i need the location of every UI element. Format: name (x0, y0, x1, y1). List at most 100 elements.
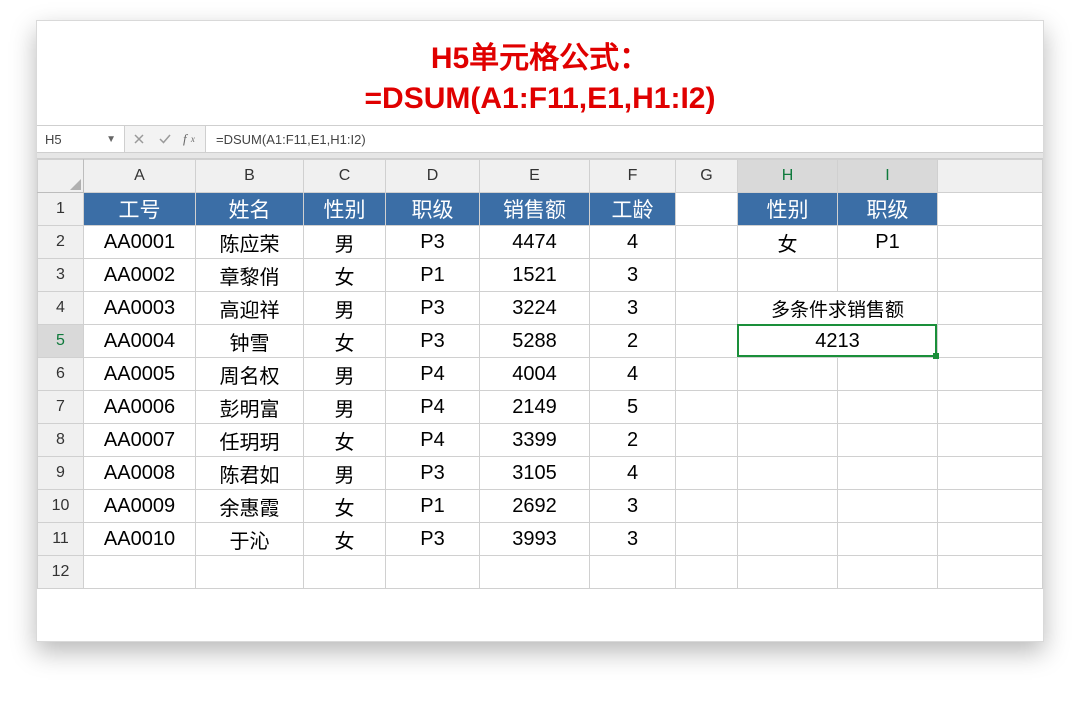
cell-F4[interactable]: 3 (590, 292, 676, 325)
row-hdr-5[interactable]: 5 (38, 325, 84, 358)
cell-F2[interactable]: 4 (590, 226, 676, 259)
cell-G6[interactable] (676, 358, 738, 391)
cell-D7[interactable]: P4 (386, 391, 480, 424)
cell-G4[interactable] (676, 292, 738, 325)
cell-I3[interactable] (838, 259, 938, 292)
cell-B3[interactable]: 章黎俏 (196, 259, 304, 292)
cell-F3[interactable]: 3 (590, 259, 676, 292)
cell-I12[interactable] (838, 556, 938, 589)
cell-B5[interactable]: 钟雪 (196, 325, 304, 358)
select-all-corner[interactable] (38, 160, 84, 193)
cell-H9[interactable] (738, 457, 838, 490)
row-hdr-7[interactable]: 7 (38, 391, 84, 424)
cell-I11[interactable] (838, 523, 938, 556)
name-box-dropdown-icon[interactable]: ▼ (106, 134, 116, 145)
cell-H2[interactable]: 女 (738, 226, 838, 259)
cell-D6[interactable]: P4 (386, 358, 480, 391)
cell-D12[interactable] (386, 556, 480, 589)
cell-H6[interactable] (738, 358, 838, 391)
cell-B10[interactable]: 余惠霞 (196, 490, 304, 523)
cell-F9[interactable]: 4 (590, 457, 676, 490)
cell-E8[interactable]: 3399 (480, 424, 590, 457)
col-hdr-I[interactable]: I (838, 160, 938, 193)
cell-H11[interactable] (738, 523, 838, 556)
cell-D3[interactable]: P1 (386, 259, 480, 292)
cell-G9[interactable] (676, 457, 738, 490)
cell-F7[interactable]: 5 (590, 391, 676, 424)
row-hdr-1[interactable]: 1 (38, 193, 84, 226)
cell-A4[interactable]: AA0003 (84, 292, 196, 325)
cell-rest-9[interactable] (938, 457, 1043, 490)
cell-C8[interactable]: 女 (304, 424, 386, 457)
fx-icon[interactable]: fx (183, 131, 199, 147)
col-hdr-rest[interactable] (938, 160, 1043, 193)
col-hdr-B[interactable]: B (196, 160, 304, 193)
cell-rest-1[interactable] (938, 193, 1043, 226)
cell-D9[interactable]: P3 (386, 457, 480, 490)
cell-G12[interactable] (676, 556, 738, 589)
cell-I1[interactable]: 职级 (838, 193, 938, 226)
cell-A8[interactable]: AA0007 (84, 424, 196, 457)
cell-C7[interactable]: 男 (304, 391, 386, 424)
cell-rest-8[interactable] (938, 424, 1043, 457)
cell-D2[interactable]: P3 (386, 226, 480, 259)
cell-G1[interactable] (676, 193, 738, 226)
cell-A9[interactable]: AA0008 (84, 457, 196, 490)
col-hdr-E[interactable]: E (480, 160, 590, 193)
cell-A12[interactable] (84, 556, 196, 589)
cell-F6[interactable]: 4 (590, 358, 676, 391)
cell-rest-2[interactable] (938, 226, 1043, 259)
cancel-icon[interactable] (131, 131, 147, 147)
cell-H3[interactable] (738, 259, 838, 292)
cell-D5[interactable]: P3 (386, 325, 480, 358)
cell-G5[interactable] (676, 325, 738, 358)
cell-B4[interactable]: 高迎祥 (196, 292, 304, 325)
cell-A5[interactable]: AA0004 (84, 325, 196, 358)
cell-rest-3[interactable] (938, 259, 1043, 292)
row-hdr-12[interactable]: 12 (38, 556, 84, 589)
cell-B2[interactable]: 陈应荣 (196, 226, 304, 259)
cell-I9[interactable] (838, 457, 938, 490)
col-hdr-D[interactable]: D (386, 160, 480, 193)
cell-E4[interactable]: 3224 (480, 292, 590, 325)
cell-H1[interactable]: 性别 (738, 193, 838, 226)
col-hdr-C[interactable]: C (304, 160, 386, 193)
cell-H8[interactable] (738, 424, 838, 457)
cell-D4[interactable]: P3 (386, 292, 480, 325)
cell-B12[interactable] (196, 556, 304, 589)
cell-I7[interactable] (838, 391, 938, 424)
cell-B7[interactable]: 彭明富 (196, 391, 304, 424)
cell-E6[interactable]: 4004 (480, 358, 590, 391)
cell-F10[interactable]: 3 (590, 490, 676, 523)
cell-B11[interactable]: 于沁 (196, 523, 304, 556)
row-hdr-2[interactable]: 2 (38, 226, 84, 259)
cell-I6[interactable] (838, 358, 938, 391)
cell-C9[interactable]: 男 (304, 457, 386, 490)
cell-rest-7[interactable] (938, 391, 1043, 424)
cell-rest-4[interactable] (938, 292, 1043, 325)
col-hdr-G[interactable]: G (676, 160, 738, 193)
cell-F8[interactable]: 2 (590, 424, 676, 457)
cell-B1[interactable]: 姓名 (196, 193, 304, 226)
cell-H5-result[interactable]: 4213 (738, 325, 938, 358)
cell-A1[interactable]: 工号 (84, 193, 196, 226)
cell-rest-12[interactable] (938, 556, 1043, 589)
cell-G7[interactable] (676, 391, 738, 424)
cell-B8[interactable]: 任玥玥 (196, 424, 304, 457)
cell-D1[interactable]: 职级 (386, 193, 480, 226)
cell-I10[interactable] (838, 490, 938, 523)
cell-C12[interactable] (304, 556, 386, 589)
cell-F5[interactable]: 2 (590, 325, 676, 358)
cell-G11[interactable] (676, 523, 738, 556)
cell-C4[interactable]: 男 (304, 292, 386, 325)
cell-C1[interactable]: 性别 (304, 193, 386, 226)
cell-E7[interactable]: 2149 (480, 391, 590, 424)
cell-G3[interactable] (676, 259, 738, 292)
col-hdr-F[interactable]: F (590, 160, 676, 193)
cell-rest-6[interactable] (938, 358, 1043, 391)
cell-E5[interactable]: 5288 (480, 325, 590, 358)
cell-E10[interactable]: 2692 (480, 490, 590, 523)
cell-E9[interactable]: 3105 (480, 457, 590, 490)
cell-G10[interactable] (676, 490, 738, 523)
cell-C10[interactable]: 女 (304, 490, 386, 523)
